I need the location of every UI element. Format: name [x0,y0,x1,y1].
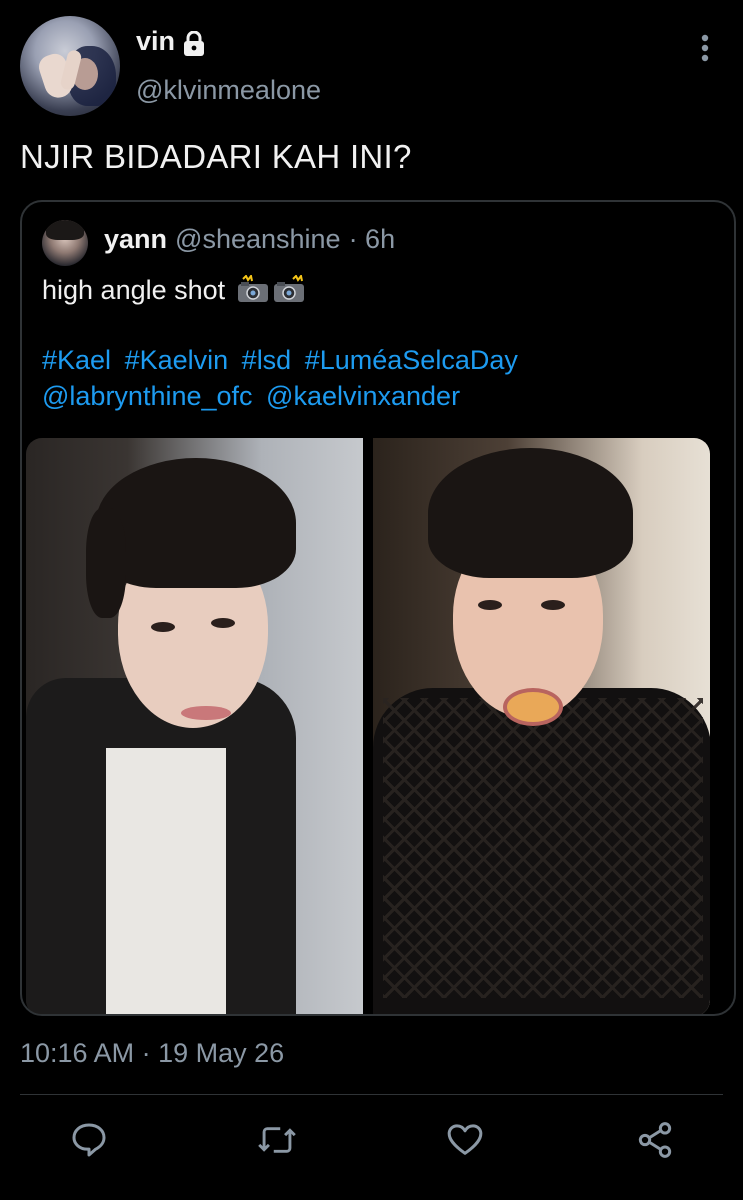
reply-button[interactable] [64,1115,114,1165]
reply-icon [72,1123,106,1157]
author-display-name[interactable]: vin [136,26,175,57]
quoted-photo-2[interactable] [373,438,710,1014]
quoted-text-body: high angle shot [42,275,226,305]
retweet-button[interactable] [252,1115,302,1165]
camera-with-flash-icon [237,275,268,302]
more-options-icon[interactable] [701,34,709,62]
like-button[interactable] [440,1115,490,1165]
quoted-handle[interactable]: @sheanshine [175,224,341,255]
author-handle[interactable]: @klvinmealone [136,75,321,106]
author-name-row[interactable]: vin [136,26,205,57]
share-button[interactable] [630,1115,680,1165]
quoted-media [26,438,710,1014]
quoted-header: yann @sheanshine · 6h [104,224,395,255]
mention-link[interactable]: @labrynthine_ofc [42,381,253,411]
like-icon [447,1124,483,1155]
quoted-author-avatar[interactable] [42,220,88,266]
author-avatar[interactable] [20,16,120,116]
quoted-tweet[interactable]: yann @sheanshine · 6h high angle shot #K… [20,200,736,1016]
lock-icon [184,30,205,56]
tweet-timestamp[interactable]: 10:16 AM · 19 May 26 [20,1038,284,1069]
hashtag-link[interactable]: #LuméaSelcaDay [305,345,518,375]
mention-link[interactable]: @kaelvinxander [266,381,460,411]
quoted-time: · 6h [348,224,396,254]
action-bar [0,1115,743,1165]
quoted-display-name[interactable]: yann [104,224,167,255]
share-icon [638,1122,672,1158]
quoted-links: #Kael #Kaelvin #lsd #LuméaSelcaDay @labr… [42,342,524,414]
tweet-text: NJIR BIDADARI KAH INI? [20,138,412,175]
quoted-text: high angle shot [42,272,305,308]
hashtag-link[interactable]: #Kaelvin [125,345,229,375]
hashtag-link[interactable]: #lsd [242,345,292,375]
retweet-icon [258,1127,296,1153]
hashtag-link[interactable]: #Kael [42,345,111,375]
quoted-photo-1[interactable] [26,438,363,1014]
camera-with-flash-icon [273,275,304,302]
divider [20,1094,723,1095]
